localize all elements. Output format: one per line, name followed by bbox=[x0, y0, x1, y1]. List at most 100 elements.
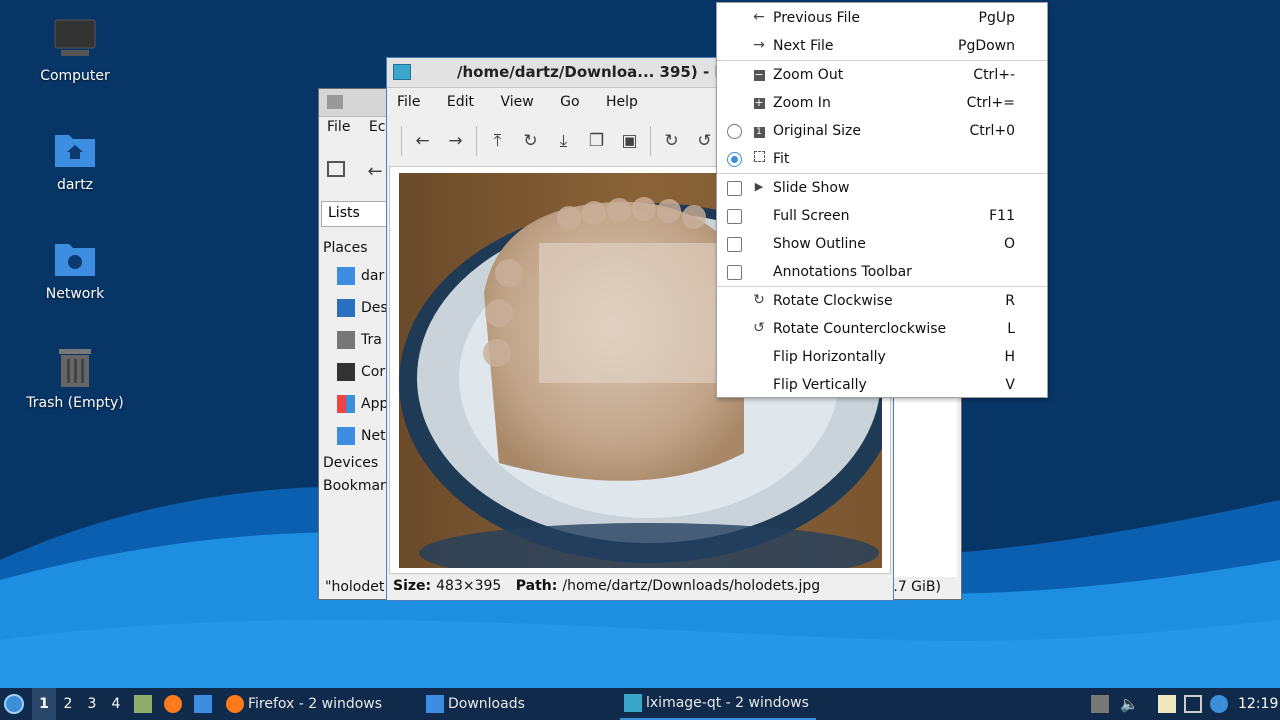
menu-item-rotate-counterclockwise[interactable]: ↺ Rotate Counterclockwise L bbox=[717, 315, 1047, 343]
copy-button[interactable]: ❐ bbox=[580, 125, 613, 157]
sidebar-item-network[interactable]: Net bbox=[323, 420, 393, 452]
menu-item-flip-horizontally[interactable]: Flip Horizontally H bbox=[717, 343, 1047, 371]
rotate-ccw-icon: ↺ bbox=[697, 131, 712, 151]
menu-item-next-file[interactable]: → Next File PgDown bbox=[717, 32, 1047, 60]
computer-icon bbox=[53, 18, 97, 62]
sidebar-item-applications[interactable]: App bbox=[323, 388, 393, 420]
slide-show-checkbox[interactable] bbox=[727, 181, 742, 196]
rotate-clockwise-button[interactable]: ↻ bbox=[655, 125, 688, 157]
image-viewer-app-icon bbox=[393, 64, 411, 80]
zoom-in-icon: + bbox=[753, 96, 765, 109]
original-size-radio[interactable] bbox=[727, 124, 742, 139]
menu-item-original-size[interactable]: 1 Original Size Ctrl+0 bbox=[717, 117, 1047, 145]
computer-icon bbox=[337, 363, 355, 381]
menu-help[interactable]: Help bbox=[606, 94, 638, 110]
rotate-cw-icon: ↻ bbox=[753, 292, 765, 308]
image-viewer-app-icon bbox=[624, 694, 642, 712]
menu-edit[interactable]: Edit bbox=[447, 94, 474, 110]
next-button[interactable]: → bbox=[439, 125, 472, 157]
menu-go[interactable]: Go bbox=[560, 94, 579, 110]
original-size-icon: 1 bbox=[751, 122, 767, 138]
folder-icon bbox=[327, 95, 343, 109]
file-manager-toolbar: ← bbox=[327, 161, 383, 182]
menu-item-zoom-out[interactable]: − Zoom Out Ctrl+- bbox=[717, 61, 1047, 89]
file-manager-launcher-icon[interactable] bbox=[134, 695, 152, 713]
fit-icon bbox=[751, 150, 767, 166]
network-status-icon[interactable] bbox=[1184, 695, 1202, 713]
folder-launcher-icon[interactable] bbox=[194, 695, 212, 713]
trash-icon bbox=[53, 345, 97, 389]
rotate-cw-icon: ↻ bbox=[664, 131, 679, 151]
show-outline-checkbox[interactable] bbox=[727, 237, 742, 252]
toolbar-separator bbox=[476, 126, 477, 156]
menu-file[interactable]: File bbox=[397, 94, 420, 110]
task-lximage-qt[interactable]: lximage-qt - 2 windows bbox=[620, 688, 816, 720]
clipboard-icon[interactable] bbox=[1158, 695, 1176, 713]
upload-button[interactable]: ⤒ bbox=[481, 125, 514, 157]
clock[interactable]: 12:19 bbox=[1238, 688, 1278, 720]
play-icon: ▶ bbox=[754, 180, 764, 193]
desktop-icon-computer[interactable]: Computer bbox=[10, 18, 140, 84]
start-menu-button[interactable] bbox=[4, 688, 28, 720]
menu-item-zoom-in[interactable]: + Zoom In Ctrl+= bbox=[717, 89, 1047, 117]
task-downloads[interactable]: Downloads bbox=[422, 688, 618, 720]
copy-icon: ❐ bbox=[588, 131, 605, 151]
sidebar-item-desktop[interactable]: Des bbox=[323, 292, 393, 324]
home-folder-icon bbox=[337, 267, 355, 285]
arrow-left-icon[interactable]: ← bbox=[367, 161, 382, 182]
lubuntu-logo-icon bbox=[4, 694, 24, 714]
menu-item-flip-vertically[interactable]: Flip Vertically V bbox=[717, 371, 1047, 399]
arrow-right-icon: → bbox=[448, 131, 463, 151]
reload-button[interactable]: ↻ bbox=[514, 125, 547, 157]
full-screen-checkbox[interactable] bbox=[727, 209, 742, 224]
fit-radio[interactable] bbox=[727, 152, 742, 167]
upload-icon: ⤒ bbox=[493, 131, 502, 151]
show-desktop-icon[interactable] bbox=[1091, 695, 1109, 713]
annotations-toolbar-checkbox[interactable] bbox=[727, 265, 742, 280]
desktop-icon-dartz[interactable]: dartz bbox=[10, 127, 140, 193]
task-firefox[interactable]: Firefox - 2 windows bbox=[222, 688, 418, 720]
sidebar-item-computer[interactable]: Cor bbox=[323, 356, 393, 388]
paste-icon: ▣ bbox=[621, 131, 638, 151]
applications-icon bbox=[337, 395, 355, 413]
desktop-icon-label: Computer bbox=[40, 68, 110, 84]
arrow-left-icon: ← bbox=[415, 131, 430, 151]
sidebar-item-home[interactable]: dar bbox=[323, 260, 393, 292]
workspace-4[interactable]: 4 bbox=[104, 688, 128, 720]
arrow-right-icon: → bbox=[753, 37, 765, 53]
workspace-2[interactable]: 2 bbox=[56, 688, 80, 720]
previous-button[interactable]: ← bbox=[406, 125, 439, 157]
desktop-icon-label: Network bbox=[45, 286, 105, 302]
menu-item-rotate-clockwise[interactable]: ↻ Rotate Clockwise R bbox=[717, 287, 1047, 315]
home-folder-icon bbox=[53, 127, 97, 171]
size-label: Size: bbox=[393, 578, 432, 594]
path-label: Path: bbox=[515, 578, 558, 594]
firefox-launcher-icon[interactable] bbox=[164, 695, 182, 713]
reload-icon: ↻ bbox=[523, 131, 538, 151]
menu-item-show-outline[interactable]: Show Outline O bbox=[717, 230, 1047, 258]
update-notifier-icon[interactable] bbox=[1210, 695, 1228, 713]
firefox-icon bbox=[226, 695, 244, 713]
menu-item-previous-file[interactable]: ← Previous File PgUp bbox=[717, 4, 1047, 32]
network-folder-icon bbox=[337, 427, 355, 445]
menu-item-fit[interactable]: Fit bbox=[717, 145, 1047, 173]
sidebar-item-trash[interactable]: Tra bbox=[323, 324, 393, 356]
menu-file[interactable]: File bbox=[327, 119, 350, 135]
new-tab-icon[interactable] bbox=[327, 161, 345, 177]
zoom-out-icon: − bbox=[753, 68, 765, 81]
workspace-3[interactable]: 3 bbox=[80, 688, 104, 720]
workspace-1[interactable]: 1 bbox=[32, 688, 56, 720]
arrow-left-icon: ← bbox=[753, 9, 765, 25]
save-as-button[interactable]: ⤓ bbox=[547, 125, 580, 157]
menu-item-slide-show[interactable]: ▶ Slide Show bbox=[717, 174, 1047, 202]
menu-item-full-screen[interactable]: Full Screen F11 bbox=[717, 202, 1047, 230]
desktop-icon-trash[interactable]: Trash (Empty) bbox=[10, 345, 140, 411]
sidebar-bookmarks-header: Bookmar bbox=[323, 478, 386, 494]
menu-edit[interactable]: Ec bbox=[369, 119, 386, 135]
menu-item-annotations-toolbar[interactable]: Annotations Toolbar bbox=[717, 258, 1047, 286]
desktop-icon-network[interactable]: Network bbox=[10, 236, 140, 302]
file-list-area[interactable] bbox=[891, 397, 957, 577]
paste-button[interactable]: ▣ bbox=[613, 125, 646, 157]
volume-icon[interactable]: 🔈 bbox=[1120, 695, 1139, 713]
menu-view[interactable]: View bbox=[500, 94, 533, 110]
